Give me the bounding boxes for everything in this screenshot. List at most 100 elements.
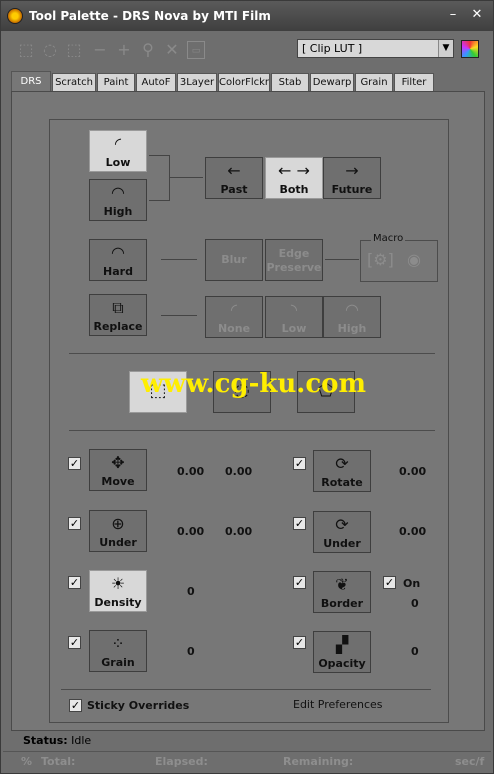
tab-stab[interactable]: Stab [271,73,309,91]
tab-autof[interactable]: AutoF [136,73,176,91]
feather-icon: ❦ [335,575,349,594]
arrow-left-icon: ← [227,161,241,180]
macro-gear-icon[interactable]: [⚙] [367,250,394,269]
under-move-checkbox[interactable]: ✓ [68,517,81,530]
select-region-icon[interactable]: ⬚ [17,41,35,59]
tab-dewarp[interactable]: Dewarp [310,73,354,91]
tab-grain[interactable]: Grain [355,73,393,91]
density-button[interactable]: ☀ Density [89,570,147,612]
edit-preferences-link[interactable]: Edit Preferences [293,698,383,711]
color-palette-icon[interactable] [461,40,479,58]
under-y-value[interactable]: 0.00 [225,525,252,538]
blur-button[interactable]: Blur [205,239,263,281]
move-checkbox[interactable]: ✓ [68,457,81,470]
high-button[interactable]: ◠ High [89,179,147,221]
tab-drs[interactable]: DRS [11,71,51,91]
under-rotate-value[interactable]: 0.00 [399,525,426,538]
border-on-checkbox[interactable]: ✓ [383,576,396,589]
grain-button[interactable]: ⁘ Grain [89,630,147,672]
opacity-button[interactable]: ▞ Opacity [313,631,371,673]
both-label: Both [279,183,309,196]
edge-preserve-button[interactable]: Edge Preserve [265,239,323,281]
replace-icon: ⧉ [112,298,124,317]
select-multi-icon[interactable]: ⬚ [65,41,83,59]
status-value: Idle [71,734,92,747]
both-button[interactable]: ← → Both [265,157,323,199]
macro-record-icon[interactable]: ◉ [407,250,421,269]
border-button[interactable]: ❦ Border [313,571,371,613]
window-title: Tool Palette - DRS Nova by MTI Film [29,9,271,23]
arrow-right-icon: → [345,161,359,180]
border-checkbox[interactable]: ✓ [293,576,306,589]
none-button[interactable]: ◜ None [205,296,263,338]
border-value[interactable]: 0 [411,597,419,610]
move-x-value[interactable]: 0.00 [177,465,204,478]
remaining-label: Remaining: [283,755,354,768]
grain-value[interactable]: 0 [187,645,195,658]
low-button[interactable]: ◜ Low [89,130,147,172]
move-button[interactable]: ✥ Move [89,449,147,491]
future-button[interactable]: → Future [323,157,381,199]
rotate-value[interactable]: 0.00 [399,465,426,478]
select-lasso-icon[interactable]: ◌ [41,41,59,59]
connector-line [169,155,170,201]
density-value[interactable]: 0 [187,585,195,598]
grain-checkbox[interactable]: ✓ [68,636,81,649]
rate-label: sec/f [455,755,485,768]
tab-paint[interactable]: Paint [97,73,135,91]
low-label: Low [105,156,131,169]
gauge-hard-icon: ◠ [111,243,125,262]
divider [61,689,431,690]
chevron-down-icon[interactable]: ▼ [438,40,453,57]
low-replace-label: Low [281,322,307,335]
gauge-none-icon: ◜ [230,300,238,319]
tab-3layer[interactable]: 3Layer [177,73,217,91]
plus-icon[interactable]: + [115,41,133,59]
minimize-button[interactable]: – [445,7,461,23]
past-button[interactable]: ← Past [205,157,263,199]
sticky-overrides-label[interactable]: Sticky Overrides [87,699,189,712]
under-rotate-checkbox[interactable]: ✓ [293,517,306,530]
delete-icon[interactable]: ✕ [163,41,181,59]
close-button[interactable]: ✕ [469,7,485,23]
rotate-button[interactable]: ⟳ Rotate [313,450,371,492]
rotate-checkbox[interactable]: ✓ [293,457,306,470]
replace-button[interactable]: ⧉ Replace [89,294,147,336]
past-label: Past [220,183,248,196]
connector-line [325,259,359,260]
hard-button[interactable]: ◠ Hard [89,239,147,281]
clip-lut-select[interactable]: [ Clip LUT ] ▼ [297,39,454,58]
under-move-button[interactable]: ⊕ Under [89,510,147,552]
elapsed-label: Elapsed: [155,755,208,768]
minus-icon[interactable]: − [91,41,109,59]
sticky-overrides-checkbox[interactable]: ✓ [69,699,82,712]
divider [69,430,435,431]
gauge-low-icon: ◜ [114,134,122,153]
connector-line [149,155,169,156]
tab-filter[interactable]: Filter [394,73,434,91]
wand-icon[interactable]: ⚲ [139,41,157,59]
under-rotate-button[interactable]: ⟳ Under [313,511,371,553]
grain-label: Grain [101,656,135,669]
under-rotate-icon: ⟳ [335,515,349,534]
border-on-label: On [403,577,421,590]
high-replace-button[interactable]: ◠ High [323,296,381,338]
low-replace-button[interactable]: ◝ Low [265,296,323,338]
gauge-high-icon: ◠ [111,183,125,202]
density-checkbox[interactable]: ✓ [68,576,81,589]
image-icon[interactable]: ▭ [187,41,205,59]
connector-line [149,200,169,201]
under-move-icon: ⊕ [111,514,125,533]
under-x-value[interactable]: 0.00 [177,525,204,538]
tab-colorflckr[interactable]: ColorFlckr [218,73,270,91]
grain-icon: ⁘ [111,634,125,653]
rotate-icon: ⟳ [335,454,349,473]
status-line: Status: Idle [23,734,91,747]
opacity-icon: ▞ [335,635,349,654]
title-bar[interactable]: Tool Palette - DRS Nova by MTI Film – ✕ [1,1,493,31]
tab-scratch[interactable]: Scratch [52,73,96,91]
opacity-checkbox[interactable]: ✓ [293,636,306,649]
opacity-value[interactable]: 0 [411,645,419,658]
move-y-value[interactable]: 0.00 [225,465,252,478]
edge-preserve-label-1: Edge [278,247,310,260]
